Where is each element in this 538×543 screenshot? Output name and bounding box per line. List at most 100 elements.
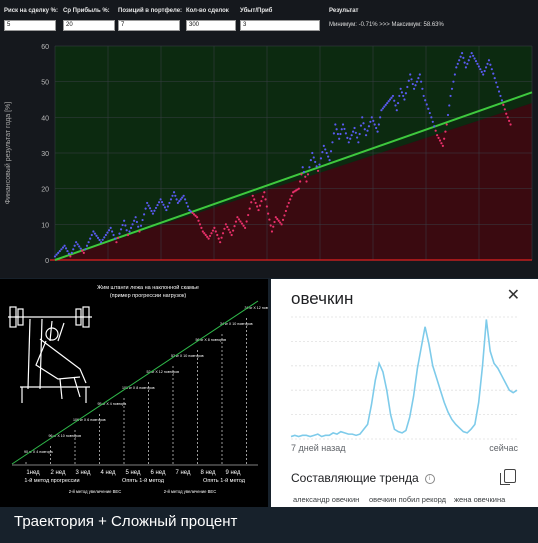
equity-point <box>379 116 382 119</box>
equity-point <box>367 125 371 128</box>
y-tick-label: 50 <box>41 80 49 87</box>
week-label: 2 нед <box>50 470 66 476</box>
equity-point <box>327 155 330 158</box>
equity-point <box>305 180 308 183</box>
equity-point <box>479 68 482 71</box>
equity-point <box>395 109 398 112</box>
equity-point <box>424 99 427 102</box>
equity-point <box>166 205 170 208</box>
loss-profit-input[interactable]: 3 <box>240 20 320 31</box>
date-left: 7 дней назад <box>291 443 346 453</box>
equity-point <box>421 87 424 90</box>
chip-2[interactable]: жена овечкина <box>454 495 505 504</box>
equity-point <box>492 72 495 75</box>
equity-point <box>210 232 213 235</box>
equity-point <box>358 132 361 136</box>
equity-point <box>349 137 352 140</box>
week-label: 8 нед <box>200 470 216 476</box>
equity-point <box>363 128 366 131</box>
equity-point <box>464 66 468 69</box>
equity-point <box>178 200 181 203</box>
equity-point <box>422 94 425 98</box>
equity-point <box>496 85 499 89</box>
copy-icon[interactable] <box>500 469 516 485</box>
equity-point <box>137 225 140 228</box>
equity-point <box>99 241 103 244</box>
trends-card: овечкин ✕ 7 дней назад сейчас Составляющ… <box>271 279 538 507</box>
equity-point <box>250 201 253 204</box>
equity-point <box>458 59 461 62</box>
method-label: 1-й метод прогрессии <box>24 477 79 484</box>
equity-point <box>181 196 184 199</box>
equity-point <box>151 212 155 215</box>
avg-profit-input[interactable]: 20 <box>63 20 115 31</box>
equity-point <box>396 101 400 105</box>
positions-input[interactable]: 7 <box>118 20 180 31</box>
date-right: сейчас <box>489 443 518 453</box>
equity-point <box>60 248 63 251</box>
equity-point <box>274 216 277 219</box>
equity-point <box>445 123 448 126</box>
equity-point <box>284 209 288 213</box>
equity-point <box>350 134 353 137</box>
equity-point <box>335 128 338 131</box>
equity-point <box>460 52 464 55</box>
equity-point <box>264 198 267 201</box>
equity-point <box>503 108 506 111</box>
equity-chart: 0 10 20 30 40 50 60 Финансовый результат года [… <box>4 44 533 265</box>
chip-1[interactable]: овечкин побил рекорд <box>369 495 446 504</box>
equity-point <box>406 85 409 89</box>
equity-point <box>144 207 147 210</box>
equity-point <box>119 228 123 231</box>
equity-point <box>482 73 485 76</box>
equity-point <box>208 234 212 238</box>
equity-point <box>85 244 89 247</box>
equity-point <box>219 241 222 244</box>
equity-point <box>418 73 421 76</box>
equity-point <box>470 52 473 55</box>
equity-point <box>425 103 428 106</box>
methods-labels: 1-й метод прогрессии 2-й метод увеличение… <box>24 477 245 494</box>
equity-point <box>362 122 365 125</box>
equity-point <box>265 205 268 208</box>
equity-point <box>306 173 310 176</box>
equity-point <box>344 132 348 135</box>
close-icon[interactable]: ✕ <box>507 285 520 305</box>
equity-point <box>449 94 452 98</box>
equity-point <box>279 221 282 224</box>
equity-point <box>336 132 340 136</box>
equity-point <box>283 214 286 217</box>
y-tick-label: 60 <box>41 44 49 51</box>
equity-point <box>428 111 431 115</box>
result-label: Результат <box>329 8 359 14</box>
equity-point <box>66 249 69 253</box>
equity-point <box>220 236 223 239</box>
trades-count-input[interactable]: 300 <box>186 20 236 31</box>
equity-point <box>204 233 207 237</box>
info-icon[interactable]: i <box>424 473 435 484</box>
equity-point <box>304 175 307 178</box>
equity-point <box>453 73 456 76</box>
equity-point <box>72 248 75 251</box>
equity-point <box>78 245 81 248</box>
week-label: 1нед <box>26 470 40 476</box>
equity-point <box>308 166 311 169</box>
equity-point <box>243 226 247 229</box>
chip-0[interactable]: александр овечкин <box>293 495 359 504</box>
equity-point <box>301 166 304 169</box>
equity-point <box>201 230 204 233</box>
method-label: 2-й метод увеличение ВЕС <box>164 489 217 494</box>
equity-point <box>370 116 373 119</box>
equity-point <box>154 206 158 210</box>
equity-point <box>487 59 491 62</box>
equity-point <box>272 225 275 228</box>
equity-point <box>361 116 364 119</box>
equity-point <box>93 232 97 235</box>
equity-point <box>96 236 100 239</box>
equity-point <box>300 173 303 176</box>
equity-point <box>280 223 283 226</box>
equity-point <box>131 223 134 226</box>
equity-point <box>258 204 262 207</box>
risk-input[interactable]: 5 <box>4 20 56 31</box>
equity-point <box>409 73 412 76</box>
